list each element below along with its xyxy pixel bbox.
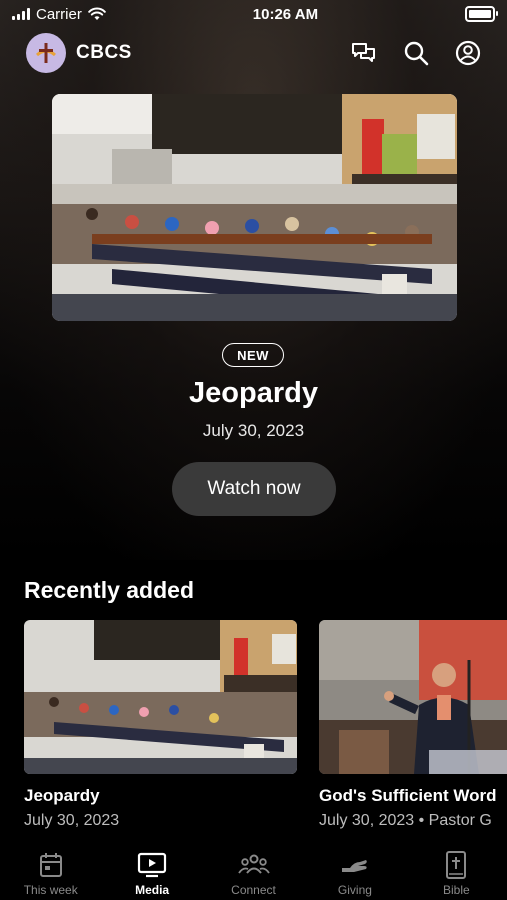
signal-icon — [12, 8, 30, 20]
media-card-thumbnail[interactable] — [319, 620, 507, 774]
tab-media[interactable]: Media — [101, 845, 202, 900]
church-logo[interactable] — [26, 33, 66, 73]
tab-giving[interactable]: Giving — [304, 845, 405, 900]
hand-icon — [340, 851, 370, 879]
wifi-icon — [88, 7, 106, 20]
media-card-title: God's Sufficient Word — [319, 786, 497, 805]
search-icon[interactable] — [403, 40, 429, 66]
people-icon — [237, 851, 270, 879]
hero-sermon-thumbnail[interactable] — [52, 94, 457, 321]
app-header: CBCS — [0, 30, 507, 76]
tab-label: Giving — [337, 883, 372, 897]
tab-connect[interactable]: Connect — [203, 845, 304, 900]
tab-bible[interactable]: Bible — [406, 845, 507, 900]
media-card[interactable]: God's Sufficient Word July 30, 2023 • Pa… — [319, 620, 507, 830]
new-badge: NEW — [222, 343, 284, 367]
tab-this-week[interactable]: This week — [0, 845, 101, 900]
media-card-subtitle: July 30, 2023 • Pastor G — [319, 812, 492, 829]
tab-label: Bible — [442, 883, 470, 897]
tab-label: This week — [23, 883, 78, 897]
tab-label: Connect — [231, 883, 276, 897]
tab-bar: This week Media Connect Giving Bible — [0, 845, 507, 900]
cross-logo-icon — [36, 43, 56, 63]
watch-now-button[interactable]: Watch now — [172, 462, 336, 516]
media-card-thumbnail[interactable] — [24, 620, 297, 774]
header-actions — [351, 40, 481, 66]
status-time: 10:26 AM — [252, 5, 319, 23]
media-card-title: Jeopardy — [24, 786, 100, 805]
tv-play-icon — [137, 851, 167, 879]
section-title-recently-added: Recently added — [24, 577, 194, 603]
media-card[interactable]: Jeopardy July 30, 2023 — [24, 620, 297, 830]
tab-label: Media — [135, 883, 170, 897]
carrier-label: Carrier — [36, 5, 82, 23]
battery-icon — [465, 6, 498, 22]
status-bar: Carrier 10:26 AM — [0, 0, 507, 28]
hero-date: July 30, 2023 — [202, 421, 305, 440]
media-card-subtitle: July 30, 2023 — [24, 812, 120, 829]
status-left: Carrier — [12, 6, 106, 23]
chat-bubbles-icon[interactable] — [351, 40, 377, 66]
calendar-icon — [39, 851, 63, 879]
app-name: CBCS — [76, 42, 132, 63]
profile-icon[interactable] — [455, 40, 481, 66]
bible-icon — [445, 851, 467, 879]
hero-title: Jeopardy — [189, 377, 318, 409]
